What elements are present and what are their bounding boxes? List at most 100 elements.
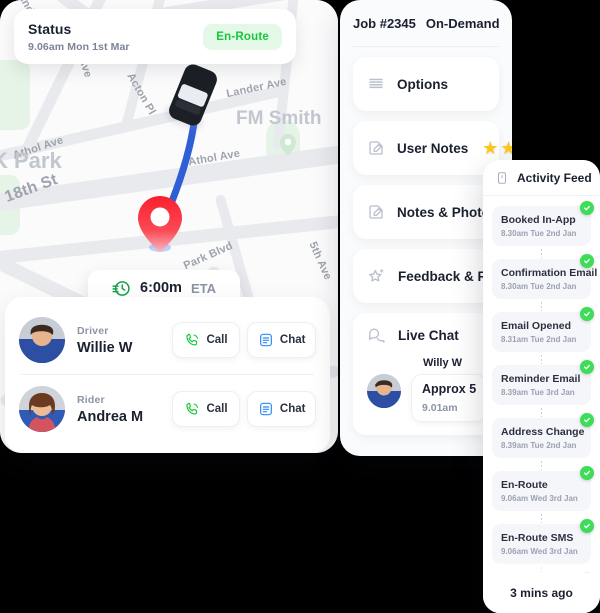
job-type: On-Demand (425, 15, 500, 31)
job-row-user-notes[interactable]: User Notes ★ ★ ★ ★ ★ (353, 121, 512, 175)
job-row-options[interactable]: Options (353, 57, 499, 111)
driver-call-button[interactable]: Call (171, 322, 241, 358)
road-label: Newton Ave (329, 0, 338, 60)
feed-item-time: 8.30am Tue 2nd Jan (501, 282, 577, 291)
feed-item-time: 8.30am Tue 2nd Jan (501, 229, 577, 238)
feed-item[interactable]: En-Route 9.06am Wed 3rd Jan (492, 466, 594, 511)
check-circle-icon (580, 254, 594, 268)
feed-card: Confirmation Email 8.30am Tue 2nd Jan (492, 259, 598, 299)
rider-meta: Rider Andrea M (77, 394, 165, 425)
driver-call-label: Call (206, 334, 228, 346)
feed-item-name: Booked In-App (501, 214, 576, 226)
job-header-rule (353, 46, 499, 47)
driver-row[interactable]: Driver Willie W Call Chat (19, 309, 317, 371)
feed-item[interactable]: Confirmation Email 8.30am Tue 2nd Jan (492, 254, 598, 299)
chat-doc-icon (259, 402, 272, 416)
driver-meta: Driver Willie W (77, 325, 165, 356)
feed-connector (492, 248, 591, 259)
activity-feed-list[interactable]: Booked In-App 8.30am Tue 2nd Jan Confirm… (483, 196, 600, 613)
feed-item-name: Reminder Email (501, 373, 581, 385)
activity-feed-panel: Activity Feed Booked In-App 8.30am Tue 2… (483, 160, 600, 613)
feed-connector (492, 460, 591, 471)
road-label: 5th Ave (306, 240, 334, 282)
feed-item-time: 8.39am Tue 3rd Jan (501, 388, 575, 397)
chat-bubble: Approx 5 9.01am (411, 374, 488, 422)
feed-item[interactable]: Booked In-App 8.30am Tue 2nd Jan (492, 201, 594, 246)
avatar (19, 317, 65, 363)
job-row-feedback-reviews[interactable]: Feedback & Reviews (353, 249, 512, 303)
driver-chat-button[interactable]: Chat (247, 322, 317, 358)
feed-item[interactable]: Reminder Email 8.39am Tue 3rd Jan (492, 360, 594, 405)
feed-item-time: 9.06am Wed 3rd Jan (501, 494, 578, 503)
feed-card: Address Change 8.39am Tue 2nd Jan (492, 418, 591, 458)
live-chat-block[interactable]: Live Chat Willy W Approx 5 9.01am (353, 313, 499, 435)
check-circle-icon (580, 519, 594, 533)
chat-avatar (367, 374, 401, 408)
rider-call-label: Call (206, 403, 228, 415)
feed-connector (492, 513, 591, 524)
chat-sender: Willy W (423, 357, 463, 369)
job-row-notes-photos[interactable]: Notes & Photos (353, 185, 499, 239)
feed-card: En-Route 9.06am Wed 3rd Jan (492, 471, 591, 511)
feed-card: Booked In-App 8.30am Tue 2nd Jan (492, 206, 591, 246)
feed-item[interactable]: En-Route SMS 9.06am Wed 3rd Jan (492, 519, 594, 564)
feed-item-time: 8.31am Tue 2nd Jan (501, 335, 577, 344)
chat-message-text: Approx 5 (422, 382, 477, 396)
driver-chat-label: Chat (279, 334, 306, 346)
activity-feed-title: Activity Feed (517, 170, 592, 185)
star-icon[interactable]: ★ (500, 139, 512, 157)
feed-item-name: Confirmation Email (501, 267, 598, 279)
place-label-k-park: K Park (0, 148, 62, 173)
feed-item[interactable]: Email Opened 8.31am Tue 2nd Jan (492, 307, 594, 352)
feed-connector (492, 407, 591, 418)
feed-card: En-Route SMS 9.06am Wed 3rd Jan (492, 524, 591, 564)
avatar (19, 386, 65, 432)
driver-role: Driver (77, 324, 109, 337)
feed-item-time: 9.06am Wed 3rd Jan (501, 547, 578, 556)
rating-stars[interactable]: ★ ★ ★ ★ ★ (482, 139, 512, 157)
eta-clock-icon (112, 280, 130, 296)
check-circle-icon (580, 466, 594, 480)
job-row-options-label: Options (397, 76, 448, 92)
feed-item[interactable]: Address Change 8.39am Tue 2nd Jan (492, 413, 594, 458)
status-card[interactable]: Status 9.06am Mon 1st Mar En-Route (14, 9, 296, 64)
activity-feed-header: Activity Feed (483, 160, 600, 196)
star-icon[interactable]: ★ (482, 139, 498, 157)
rider-name: Andrea M (77, 408, 144, 425)
check-circle-icon (580, 307, 594, 321)
phone-icon (186, 402, 199, 415)
rider-row[interactable]: Rider Andrea M Call Chat (19, 378, 317, 440)
list-lines-icon (369, 78, 383, 89)
rider-call-button[interactable]: Call (171, 391, 241, 427)
chat-message-time: 9.01am (422, 402, 458, 414)
chat-message-row: Approx 5 9.01am (367, 374, 488, 422)
check-circle-icon (580, 201, 594, 215)
live-chat-header: Live Chat (367, 326, 485, 345)
eta-label: ETA (190, 280, 216, 296)
park-marker-icon (280, 134, 296, 156)
status-title: Status (28, 20, 72, 37)
note-edit-icon (369, 141, 383, 155)
people-card: Driver Willie W Call Chat Rider Andrea M… (5, 297, 330, 453)
feed-card: Email Opened 8.31am Tue 2nd Jan (492, 312, 591, 352)
job-header: Job #2345 On-Demand (340, 0, 512, 46)
rider-chat-button[interactable]: Chat (247, 391, 317, 427)
job-row-user-notes-label: User Notes (397, 140, 469, 156)
job-id: Job #2345 (353, 15, 416, 31)
activity-feed-footer-text: 3 mins ago (510, 586, 573, 600)
feed-connector (492, 354, 591, 365)
star-sparkle-icon (369, 268, 384, 282)
feed-list-icon (497, 171, 507, 184)
status-badge[interactable]: En-Route (203, 23, 282, 50)
phone-icon (186, 333, 199, 346)
feed-item-name: En-Route (501, 479, 548, 491)
feed-item-name: En-Route SMS (501, 532, 574, 544)
eta-value: 6:00m (140, 280, 182, 296)
map-pin-icon[interactable] (138, 196, 182, 252)
status-text-group: Status 9.06am Mon 1st Mar (28, 21, 203, 53)
screenshot-stage: Lander Ave Jayne Ave Acton Pl Athol Ave … (0, 0, 600, 613)
chat-bubbles-icon (369, 328, 385, 343)
check-circle-icon (580, 413, 594, 427)
place-label-fm-smith: FM Smith (236, 108, 322, 129)
map-card[interactable]: Lander Ave Jayne Ave Acton Pl Athol Ave … (0, 0, 338, 453)
